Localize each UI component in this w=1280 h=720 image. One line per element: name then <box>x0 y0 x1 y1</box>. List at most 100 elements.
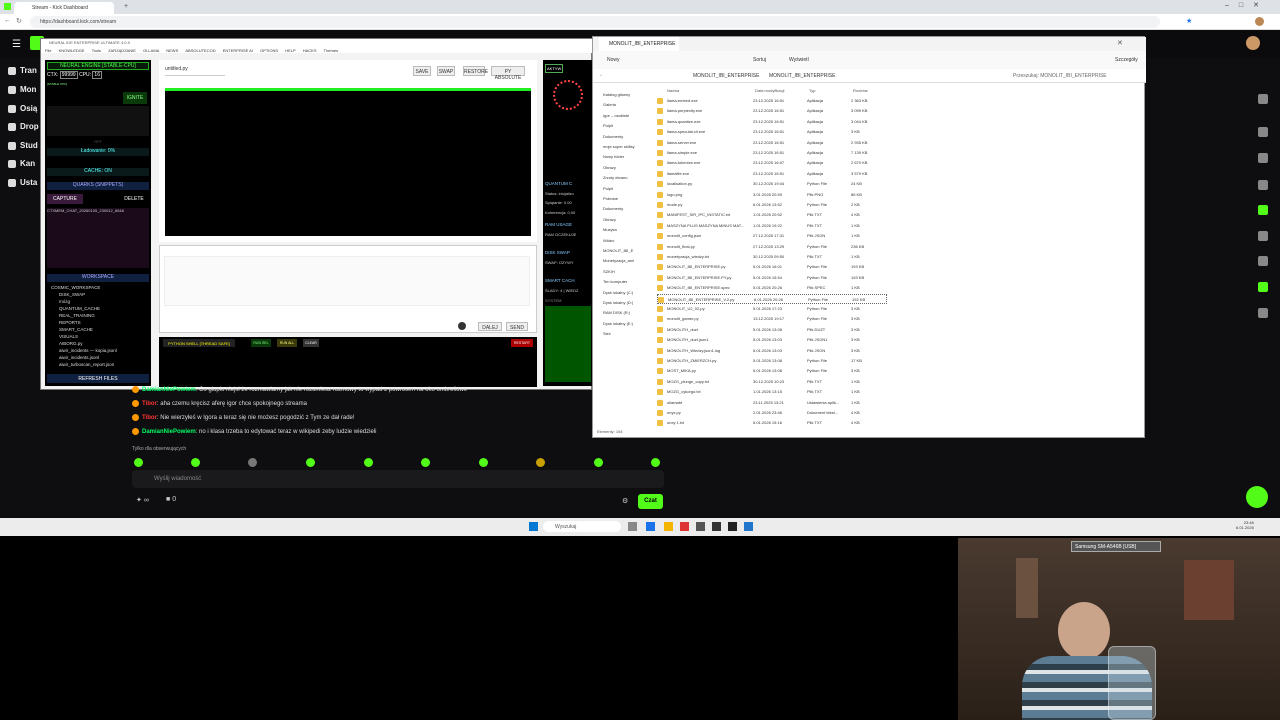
record-icon[interactable] <box>458 322 466 330</box>
chat-username[interactable]: DamianNiePowiem <box>142 387 196 393</box>
tree-item[interactable]: aiwir_turboscan_report.json <box>51 361 143 368</box>
emote-icon[interactable] <box>248 458 257 467</box>
layout-icon[interactable] <box>1258 127 1268 137</box>
explorer-nav-item[interactable]: Igor – osobiste <box>603 113 629 118</box>
tree-item[interactable]: aiwir_incidents.jsonl <box>51 354 143 361</box>
close-icon[interactable]: ✕ <box>1117 39 1123 47</box>
file-row[interactable]: monetyzacja_wiedzy.txt 30.12.2025 09:50 Pl… <box>657 252 887 262</box>
file-row[interactable]: onyx.py 2.01.2026 23:46 Dokument tekst... 4… <box>657 408 887 418</box>
screen-icon[interactable] <box>1258 256 1268 266</box>
file-row[interactable]: llama-speculat.cli.exe 23.12.2025 16:51 Ap… <box>657 127 887 137</box>
explorer-nav-item[interactable]: Nowy folder <box>603 154 624 159</box>
chat-username[interactable]: Tibor <box>142 415 157 421</box>
app-icon[interactable] <box>696 522 705 531</box>
tree-item[interactable]: QUANTUM_CACHE <box>51 305 143 312</box>
snippet-item[interactable]: CTXMEM_CHAT_20260105_230012_8648 <box>47 208 149 268</box>
window-controls[interactable]: –□✕ <box>1225 1 1269 9</box>
emote-icon[interactable] <box>191 458 200 467</box>
url-input[interactable]: https://dashboard.kick.com/stream <box>30 16 1160 28</box>
file-row[interactable]: localisation.py 30.12.2025 19:44 Python Fi… <box>657 179 887 189</box>
chat-username[interactable]: Tibor <box>142 401 157 407</box>
menu-themes[interactable]: Themes <box>324 48 338 53</box>
emote-icon[interactable] <box>651 458 660 467</box>
file-row[interactable]: MONOLITH_Wiedzy.json1.log 5.01.2026 13:03… <box>657 346 887 356</box>
explorer-nav-item[interactable]: Dokumenty <box>603 206 623 211</box>
reload-icon[interactable]: ↻ <box>16 17 22 25</box>
emote-icon[interactable] <box>134 458 143 467</box>
py-absolute-button[interactable]: PY ABSOLUTE <box>491 66 525 81</box>
new-tab-icon[interactable]: + <box>124 3 128 10</box>
send-chat-button[interactable]: Czat <box>638 494 663 509</box>
file-row[interactable]: MANIFEST_SIR_IPC_INSTATIC.txt 1.01.2026 2… <box>657 210 887 220</box>
explorer-nav-item[interactable]: SZKIH <box>603 269 615 274</box>
restart-button[interactable]: RESTART <box>511 339 533 347</box>
code-editor[interactable] <box>165 88 531 236</box>
send-button[interactable]: SEND <box>506 322 528 331</box>
sort-button[interactable]: Sortuj <box>753 57 766 63</box>
nav-back-icon[interactable]: ← <box>599 72 604 78</box>
explorer-search-input[interactable]: Przeszukaj: MONOLIT_IBI_ENTERPRISE <box>1013 73 1107 79</box>
file-row[interactable]: mode.py 6.01.2026 13:52 Python File 2 KB <box>657 200 887 210</box>
file-row[interactable]: MONOLIT_IBI_ENTERPRISE_V.2.py 6.01.2026 2… <box>657 293 887 304</box>
menu-help[interactable]: HELP <box>285 48 295 53</box>
app-icon[interactable] <box>712 522 721 531</box>
view-button[interactable]: Wyświetl <box>789 57 809 63</box>
menu-hacks[interactable]: HACKS <box>303 48 317 53</box>
new-button[interactable]: Nowy <box>607 57 620 63</box>
page-icon[interactable] <box>1258 180 1268 190</box>
run-sel-button[interactable]: RUN SEL <box>251 339 271 347</box>
explorer-nav-item[interactable]: Obrazy <box>603 217 616 222</box>
emote-icon[interactable] <box>594 458 603 467</box>
emote-icon[interactable] <box>306 458 315 467</box>
explorer-nav-item[interactable]: Galeria <box>603 102 616 107</box>
bolt-icon[interactable] <box>1258 153 1268 163</box>
file-row[interactable]: monolit_final.py 27.12.2025 13:29 Python F… <box>657 242 887 252</box>
refresh-files-button[interactable]: REFRESH FILES <box>47 374 149 383</box>
menu-icon[interactable]: ☰ <box>12 39 21 50</box>
tab-kick-dashboard[interactable]: Stream - Kick Dashboard <box>14 2 114 14</box>
col-type[interactable]: Typ <box>809 88 815 93</box>
file-row[interactable]: MONOLIT_U2_02.py 5.01.2026 17:23 Python Fi… <box>657 304 887 314</box>
taskbar-clock[interactable]: 23:46 6.01.2026 <box>1236 520 1254 530</box>
menu-options[interactable]: OPTIONS <box>260 48 278 53</box>
file-row[interactable]: llama-perplexity.exe 23.12.2025 16:51 Apli… <box>657 106 887 116</box>
tree-item[interactable]: aiwir_incidents — kopia.jsonl <box>51 347 143 354</box>
explorer-nav-item[interactable]: Muzyka <box>603 227 617 232</box>
emote-icon[interactable] <box>536 458 545 467</box>
col-name[interactable]: Nazwa <box>667 88 679 93</box>
app-icon[interactable] <box>744 522 753 531</box>
menu-absolutecod[interactable]: ABSOLUTECOD <box>185 48 215 53</box>
file-row[interactable]: llama-server.exe 23.12.2025 16:51 Aplikacj… <box>657 138 887 148</box>
radio-icon[interactable] <box>1258 231 1268 241</box>
explorer-nav-item[interactable]: RAM DISK (R:) <box>603 310 630 315</box>
file-row[interactable]: MONOLITH_ZMIERZCH.py 5.01.2026 13:08 Pytho… <box>657 356 887 366</box>
terminal-icon[interactable] <box>728 522 737 531</box>
filename-field[interactable]: untitled.py <box>165 66 225 76</box>
save-button[interactable]: SAVE <box>413 66 431 76</box>
cpu-field[interactable]: 16 <box>92 71 102 79</box>
explorer-nav-item[interactable]: Zrzuty ekranu <box>603 175 627 180</box>
explorer-nav-item[interactable]: Pulpit <box>603 186 613 191</box>
file-row[interactable]: llama-embed.exe 23.12.2025 16:51 Aplikacja… <box>657 96 887 106</box>
file-row[interactable]: MONOLITH_duzt.json1 5.01.2026 13:03 Plik J… <box>657 335 887 345</box>
explorer-nav-item[interactable]: Monetyzacja_aml <box>603 258 634 263</box>
aktyw-tab[interactable]: AKTYW <box>545 64 564 73</box>
explorer-tab[interactable]: MONOLIT_IBI_ENTERPRISE <box>599 37 679 51</box>
menu-zarzadzanie[interactable]: ZARZĄDZANIE <box>108 48 136 53</box>
explorer-nav-item[interactable]: Dysk lokalny (D:) <box>603 300 633 305</box>
file-row[interactable]: logo.png 3.01.2026 20:59 Plik PNG 86 KB <box>657 190 887 200</box>
emote-icon[interactable] <box>421 458 430 467</box>
explorer-nav-item[interactable]: Dysk lokalny (C:) <box>603 290 633 295</box>
file-row[interactable]: llama-simple.exe 23.12.2025 16:51 Aplikacj… <box>657 148 887 158</box>
explorer-nav-item[interactable]: Katalog główny <box>603 92 630 97</box>
nodes-icon[interactable] <box>1258 308 1268 318</box>
menu-file[interactable]: File <box>45 48 51 53</box>
menu-knowledge[interactable]: KNOWLEDGE <box>59 48 85 53</box>
clear-button[interactable]: CLEAR <box>303 339 319 347</box>
ignite-button[interactable]: IGNITE <box>123 92 147 104</box>
explorer-nav-item[interactable]: Obrazy <box>603 165 616 170</box>
tree-item[interactable]: VISUALS <box>51 333 143 340</box>
tree-item[interactable]: AIBORG.py <box>51 340 143 347</box>
app-icon[interactable] <box>646 522 655 531</box>
file-row[interactable]: onxy 1.txt 5.01.2026 15:16 Plik TXT 4 KB <box>657 418 887 428</box>
